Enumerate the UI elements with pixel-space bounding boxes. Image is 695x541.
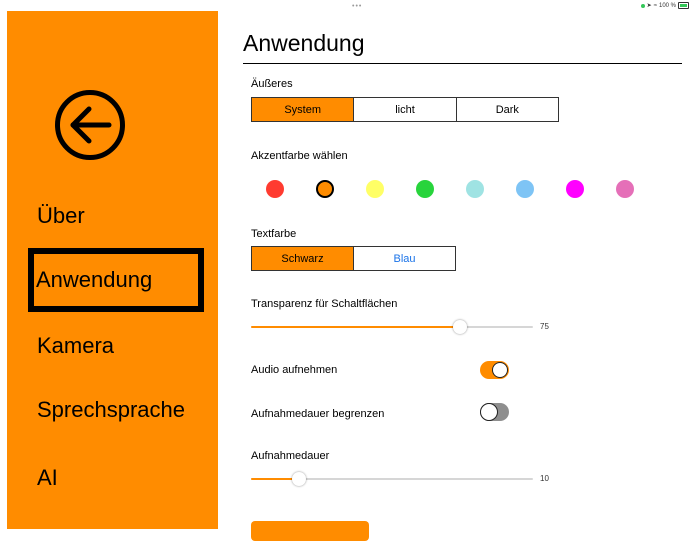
text-color-option-black[interactable]: Schwarz	[252, 247, 354, 270]
battery-percent: 100 %	[658, 2, 676, 9]
battery-icon	[678, 2, 689, 9]
bottom-action-button[interactable]	[251, 521, 369, 541]
text-color-label: Textfarbe	[251, 228, 297, 240]
title-divider	[243, 63, 682, 64]
sidebar-item-ueber[interactable]: Über	[37, 203, 85, 229]
record-audio-label: Audio aufnehmen	[251, 364, 338, 376]
toggle-knob	[492, 362, 508, 378]
sidebar-item-sprechsprache[interactable]: Sprechsprache	[37, 397, 185, 423]
wifi-icon: ≈	[653, 2, 657, 9]
accent-swatch-6[interactable]	[516, 180, 534, 198]
status-time-date: 13:29 Freitag 14. März	[4, 2, 65, 8]
appearance-label: Äußeres	[251, 78, 293, 90]
toggle-knob	[480, 403, 498, 421]
accent-swatch-5[interactable]	[466, 180, 484, 198]
accent-swatch-3[interactable]	[366, 180, 384, 198]
sidebar-item-kamera[interactable]: Kamera	[37, 333, 114, 359]
transparency-slider-thumb[interactable]	[452, 320, 467, 334]
location-icon: ➤	[646, 3, 652, 9]
transparency-value: 75	[540, 322, 549, 331]
back-arrow-icon	[70, 106, 112, 144]
active-indicator-icon	[640, 3, 645, 8]
accent-swatch-7[interactable]	[566, 180, 584, 198]
appearance-option-dark[interactable]: Dark	[457, 98, 558, 121]
appearance-option-system[interactable]: System	[252, 98, 355, 121]
page-title: Anwendung	[243, 30, 365, 56]
record-audio-toggle[interactable]	[480, 361, 509, 379]
accent-swatch-2[interactable]	[316, 180, 334, 198]
text-color-option-blue[interactable]: Blau	[354, 247, 455, 270]
duration-label: Aufnahmedauer	[251, 450, 330, 462]
sidebar-item-anwendung[interactable]: Anwendung	[28, 248, 204, 312]
text-color-segmented-control: Schwarz Blau	[251, 246, 456, 271]
sidebar-item-ai[interactable]: AI	[37, 465, 58, 491]
limit-duration-label: Aufnahmedauer begrenzen	[251, 408, 385, 420]
appearance-segmented-control: System licht Dark	[251, 97, 559, 122]
accent-swatch-4[interactable]	[416, 180, 434, 198]
duration-slider[interactable]	[251, 472, 533, 486]
duration-slider-thumb[interactable]	[291, 472, 306, 486]
duration-value: 10	[540, 474, 549, 483]
limit-duration-toggle[interactable]	[480, 403, 509, 421]
sidebar: Über Anwendung Kamera Sprechsprache AI	[7, 11, 218, 529]
appearance-option-light[interactable]: licht	[354, 98, 457, 121]
back-button[interactable]	[55, 90, 125, 160]
accent-color-label: Akzentfarbe wählen	[251, 150, 348, 162]
accent-swatch-8[interactable]	[616, 180, 634, 198]
transparency-label: Transparenz für Schaltflächen	[251, 298, 398, 310]
status-indicators: ➤ ≈ 100 %	[640, 2, 689, 9]
transparency-slider-fill	[251, 326, 460, 328]
accent-swatch-1[interactable]	[266, 180, 284, 198]
transparency-slider[interactable]	[251, 320, 533, 334]
multitasking-dots[interactable]: •••	[352, 3, 362, 10]
